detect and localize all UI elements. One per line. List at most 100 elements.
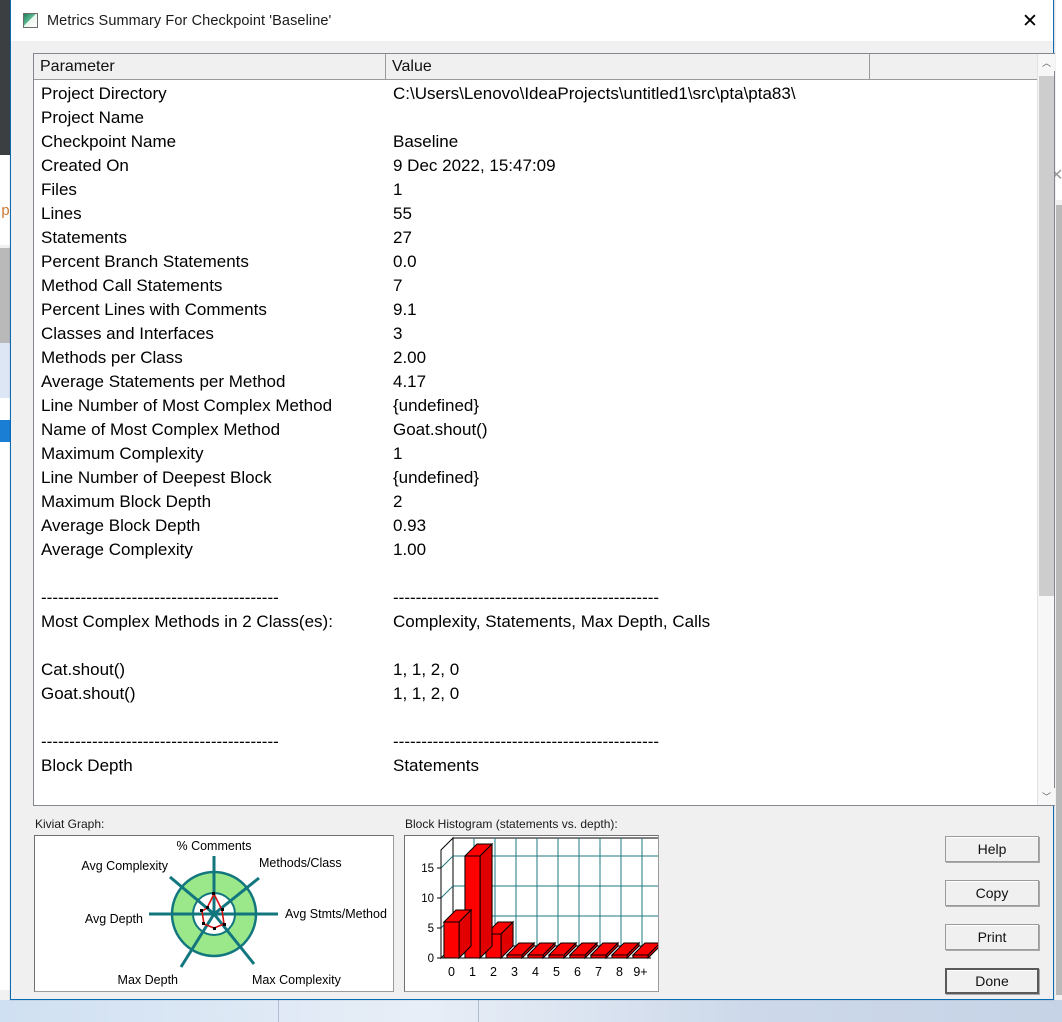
vertical-scrollbar[interactable]: ︿ ﹀ <box>1037 54 1055 805</box>
table-row[interactable]: Statements 27 <box>34 228 1054 252</box>
table-row[interactable]: Average Statements per Method 4.17 <box>34 372 1054 396</box>
cell-parameter: Percent Lines with Comments <box>41 300 267 319</box>
table-row[interactable]: ----------------------------------------… <box>34 732 1054 756</box>
cell-parameter: Goat.shout() <box>41 684 136 703</box>
kiviat-label-methods-class: Methods/Class <box>259 856 342 870</box>
table-row[interactable]: Most Complex Methods in 2 Class(es): Comp… <box>34 612 1054 636</box>
help-button[interactable]: Help <box>945 836 1039 862</box>
close-icon[interactable]: ✕ <box>1007 0 1053 41</box>
cell-parameter: Average Block Depth <box>41 516 201 535</box>
table-row[interactable]: Checkpoint Name Baseline <box>34 132 1054 156</box>
scroll-down-icon[interactable]: ﹀ <box>1038 788 1055 805</box>
table-row[interactable]: Classes and Interfaces 3 <box>34 324 1054 348</box>
kiviat-graph-label: Kiviat Graph: <box>35 817 105 831</box>
svg-text:8: 8 <box>616 965 623 979</box>
table-row[interactable]: Method Call Statements 7 <box>34 276 1054 300</box>
svg-text:5: 5 <box>428 923 434 935</box>
cell-value: ----------------------------------------… <box>393 588 660 607</box>
taskbar-divider <box>278 1000 279 1022</box>
kiviat-label-pct-comments: % Comments <box>176 839 251 853</box>
cell-parameter: Method Call Statements <box>41 276 223 295</box>
cell-value: 7 <box>393 276 403 295</box>
kiviat-label-avg-complexity: Avg Complexity <box>81 859 168 873</box>
cell-value: 1.00 <box>393 540 427 559</box>
table-row[interactable]: Cat.shout() 1, 1, 2, 0 <box>34 660 1054 684</box>
table-row[interactable] <box>34 708 1054 732</box>
table-row[interactable]: Average Complexity 1.00 <box>34 540 1054 564</box>
cell-value: 55 <box>393 204 412 223</box>
cell-value: 1, 1, 2, 0 <box>393 684 460 703</box>
histogram-svg: 0510150 1 2 3 4 5 6 7 8 9+ <box>421 836 658 979</box>
cell-parameter: ----------------------------------------… <box>41 732 279 751</box>
cell-value: Goat.shout() <box>393 420 488 439</box>
table-row[interactable]: Maximum Complexity 1 <box>34 444 1054 468</box>
cell-parameter: Created On <box>41 156 129 175</box>
table-row[interactable]: Percent Branch Statements 0.0 <box>34 252 1054 276</box>
cell-parameter: Statements <box>41 228 127 247</box>
title-bar: Metrics Summary For Checkpoint 'Baseline… <box>11 0 1053 41</box>
cell-value: {undefined} <box>393 396 480 415</box>
cell-value: 1 <box>393 180 403 199</box>
cell-value: 9 Dec 2022, 15:47:09 <box>393 156 556 175</box>
taskbar <box>0 1000 1062 1022</box>
cell-parameter: Files <box>41 180 77 199</box>
cell-parameter: Average Statements per Method <box>41 372 286 391</box>
table-row[interactable] <box>34 564 1054 588</box>
table-row[interactable]: Maximum Block Depth 2 <box>34 492 1054 516</box>
cell-parameter: Project Name <box>41 108 144 127</box>
cell-value: 3 <box>393 324 403 343</box>
cell-parameter: Line Number of Most Complex Method <box>41 396 333 415</box>
cell-value: 1 <box>393 444 403 463</box>
cell-value: 9.1 <box>393 300 417 319</box>
table-row[interactable]: ----------------------------------------… <box>34 588 1054 612</box>
print-button[interactable]: Print <box>945 924 1039 950</box>
column-header-blank[interactable] <box>870 54 1054 80</box>
table-row[interactable]: Created On 9 Dec 2022, 15:47:09 <box>34 156 1054 180</box>
svg-text:9+: 9+ <box>633 965 647 979</box>
cell-parameter: Lines <box>41 204 82 223</box>
block-histogram: 0 5 10 15 0 1 2 3 4 5 6 7 8 9+ <box>404 835 659 992</box>
button-column: Help Copy Print Done <box>945 836 1039 1012</box>
table-row[interactable]: Goat.shout() 1, 1, 2, 0 <box>34 684 1054 708</box>
table-row[interactable]: Methods per Class 2.00 <box>34 348 1054 372</box>
kiviat-label-max-depth: Max Depth <box>118 973 178 987</box>
cell-parameter: Average Complexity <box>41 540 193 559</box>
table-row[interactable] <box>34 636 1054 660</box>
scrollbar-thumb[interactable] <box>1039 76 1054 596</box>
scroll-up-icon[interactable]: ︿ <box>1038 54 1055 71</box>
metrics-table: Parameter Value Project Directory C:\User… <box>33 53 1055 806</box>
svg-text:15: 15 <box>421 863 434 875</box>
svg-text:2: 2 <box>490 965 497 979</box>
cell-value: C:\Users\Lenovo\IdeaProjects\untitled1\s… <box>393 84 796 103</box>
cell-value: 0.93 <box>393 516 427 535</box>
table-row[interactable]: Line Number of Most Complex Method {undef… <box>34 396 1054 420</box>
cell-value: 2.00 <box>393 348 427 367</box>
table-row[interactable]: Project Name <box>34 108 1054 132</box>
column-header-parameter[interactable]: Parameter <box>34 54 386 80</box>
cell-value: {undefined} <box>393 468 480 487</box>
cell-value: ----------------------------------------… <box>393 732 660 751</box>
table-row[interactable]: Line Number of Deepest Block {undefined} <box>34 468 1054 492</box>
bg-right-strip <box>1056 205 1062 995</box>
cell-value: 0.0 <box>393 252 417 271</box>
cell-value: 27 <box>393 228 412 247</box>
cell-parameter: Project Directory <box>41 84 167 103</box>
svg-text:3: 3 <box>511 965 518 979</box>
table-row[interactable]: Percent Lines with Comments 9.1 <box>34 300 1054 324</box>
copy-button[interactable]: Copy <box>945 880 1039 906</box>
metrics-summary-dialog: Metrics Summary For Checkpoint 'Baseline… <box>10 0 1055 1000</box>
column-header-value[interactable]: Value <box>386 54 870 80</box>
svg-text:5: 5 <box>553 965 560 979</box>
table-row[interactable]: Lines 55 <box>34 204 1054 228</box>
table-row[interactable]: Name of Most Complex Method Goat.shout() <box>34 420 1054 444</box>
cell-value: Baseline <box>393 132 459 151</box>
kiviat-graph: % Comments Methods/Class Avg Stmts/Metho… <box>34 835 394 992</box>
table-row[interactable]: Project Directory C:\Users\Lenovo\IdeaPro… <box>34 84 1054 108</box>
table-row[interactable]: Average Block Depth 0.93 <box>34 516 1054 540</box>
cell-parameter: Maximum Block Depth <box>41 492 212 511</box>
done-button[interactable]: Done <box>945 968 1039 994</box>
table-body: Project Directory C:\Users\Lenovo\IdeaPro… <box>34 80 1054 805</box>
table-row[interactable]: Files 1 <box>34 180 1054 204</box>
cell-value: 2 <box>393 492 403 511</box>
table-row[interactable]: Block Depth Statements <box>34 756 1054 780</box>
